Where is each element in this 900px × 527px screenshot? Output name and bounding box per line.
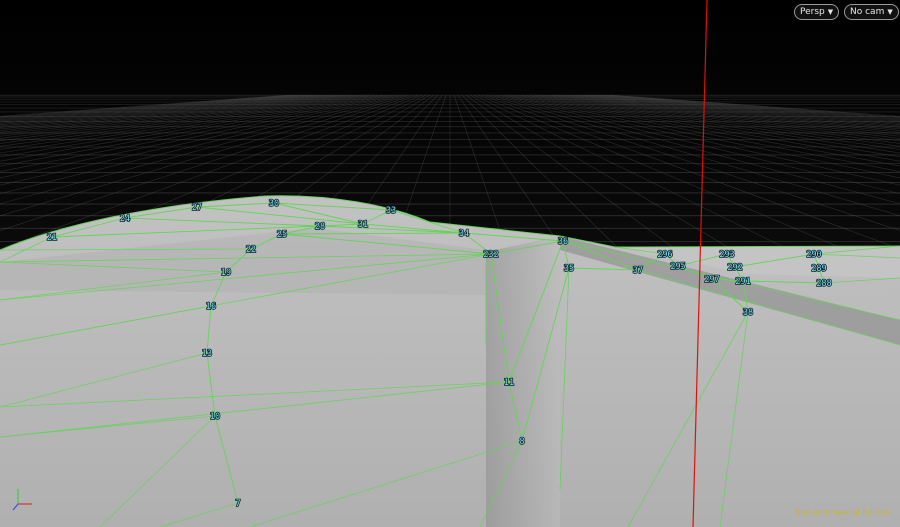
point-label: 25 [277,230,287,240]
point-label: 296 [657,250,672,260]
camera-menu-label: No cam [850,7,885,17]
3d-viewport[interactable]: 21 24 27 30 33 25 28 31 34 22 19 16 13 10 7 36 35 37 296 29… [0,0,900,527]
point-label: 37 [633,266,643,276]
point-label: 30 [269,199,279,209]
chevron-down-icon: ▼ [827,8,834,16]
point-label: 10 [210,412,220,422]
point-label: 27 [192,203,202,213]
chevron-down-icon: ▼ [887,8,893,16]
point-label: 31 [358,220,368,230]
point-label: 19 [221,268,231,278]
point-label: 288 [816,279,831,289]
point-label: 34 [459,229,469,239]
license-status-text: Non-commercial Edition [794,508,890,517]
point-label: 289 [811,264,826,274]
point-label: 295 [670,262,685,272]
point-label: 22 [246,245,256,255]
point-label: 36 [558,237,568,247]
point-label: 33 [386,206,396,216]
camera-menu-button[interactable]: No cam ▼ [844,4,899,20]
point-label: 28 [315,222,325,232]
point-label: 7 [235,499,240,509]
point-label: 16 [206,302,216,312]
point-label: 292 [727,263,742,273]
point-label: 293 [719,250,734,260]
terrain-wall [486,236,560,527]
point-label: 13 [202,349,212,359]
point-label: 38 [743,308,753,318]
view-menu-button[interactable]: Persp ▼ [794,4,840,20]
point-label: 24 [120,214,130,224]
point-label: 290 [806,250,821,260]
point-label: 35 [564,264,574,274]
point-label: 291 [735,277,750,287]
point-label: 21 [47,233,57,243]
view-menu-label: Persp [800,7,825,17]
point-label: 8 [519,437,524,447]
scene-canvas[interactable]: 21 24 27 30 33 25 28 31 34 22 19 16 13 10 7 36 35 37 296 29… [0,0,900,527]
point-label: 232 [483,250,498,260]
point-label: 297 [704,275,719,285]
axis-gizmo-icon [12,489,32,511]
point-label: 11 [504,378,514,388]
